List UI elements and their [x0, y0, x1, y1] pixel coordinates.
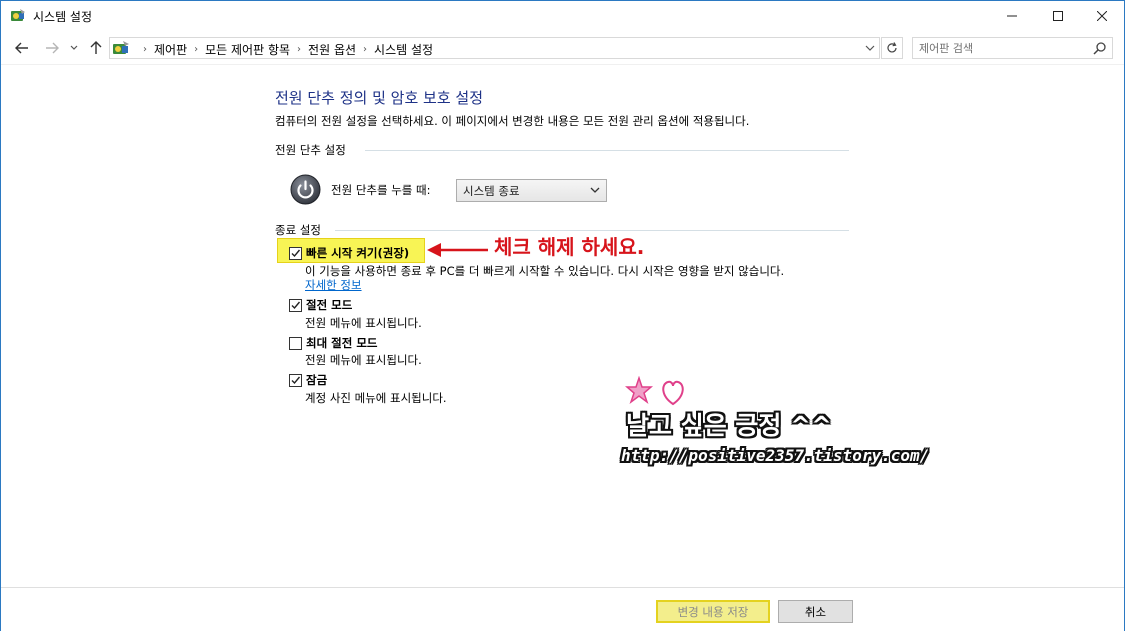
- chevron-down-icon: [70, 45, 78, 50]
- control-panel-icon: [113, 41, 129, 54]
- maximize-icon: [1053, 11, 1063, 21]
- breadcrumb-separator-icon[interactable]: ›: [297, 44, 301, 55]
- lock-option[interactable]: 잠금: [289, 372, 327, 388]
- footer-bar: 변경 내용 저장 취소: [1, 587, 1124, 631]
- shutdown-section-title: 종료 설정: [275, 223, 321, 237]
- minimize-icon: [1007, 15, 1017, 17]
- hibernate-checkbox[interactable]: [289, 336, 302, 350]
- hibernate-label[interactable]: 최대 절전 모드: [306, 335, 378, 351]
- fast-startup-checkbox[interactable]: [289, 246, 302, 260]
- refresh-icon: [887, 42, 897, 53]
- close-icon: [1097, 11, 1107, 21]
- breadcrumb-item-all-items[interactable]: 모든 제어판 항목: [205, 41, 290, 58]
- page-description: 컴퓨터의 전원 설정을 선택하세요. 이 페이지에서 변경한 내용은 모든 전원…: [275, 114, 750, 128]
- sleep-checkbox[interactable]: [289, 298, 302, 312]
- lock-checkbox[interactable]: [289, 373, 302, 387]
- main-content: 전원 단추 정의 및 암호 보호 설정 컴퓨터의 전원 설정을 선택하세요. 이…: [1, 66, 1124, 586]
- breadcrumb-item-power-options[interactable]: 전원 옵션: [308, 41, 356, 58]
- system-settings-window: 시스템 설정 › 제어판 › 모든 제어판 항목 › 전원 옵션 › 시스템 설…: [0, 0, 1125, 631]
- breadcrumb-item-control-panel[interactable]: 제어판: [154, 41, 187, 58]
- arrow-right-icon: [46, 42, 59, 54]
- watermark-name: 날고 싶은 긍정 ^^: [626, 411, 833, 440]
- search-input[interactable]: [919, 40, 1089, 56]
- up-button[interactable]: [87, 39, 105, 57]
- sleep-label[interactable]: 절전 모드: [306, 297, 352, 313]
- power-button-group-header: 전원 단추 설정: [275, 142, 346, 158]
- arrow-left-icon: [15, 42, 28, 54]
- checkmark-icon: [291, 249, 301, 257]
- page-title: 전원 단추 정의 및 암호 보호 설정: [275, 89, 484, 107]
- arrow-up-icon: [90, 41, 102, 54]
- power-button-section-title: 전원 단추 설정: [275, 143, 346, 157]
- cancel-button[interactable]: 취소: [778, 600, 853, 623]
- more-info-link[interactable]: 자세한 정보: [305, 277, 362, 293]
- save-changes-button[interactable]: 변경 내용 저장: [656, 600, 770, 623]
- power-button-label: 전원 단추를 누를 때:: [331, 183, 431, 197]
- navigation-bar: › 제어판 › 모든 제어판 항목 › 전원 옵션 › 시스템 설정: [1, 31, 1124, 65]
- fast-startup-label[interactable]: 빠른 시작 켜기(권장): [306, 245, 409, 261]
- power-icon: [290, 174, 321, 205]
- lock-label[interactable]: 잠금: [306, 372, 327, 388]
- star-heart-decoration-icon: [625, 376, 684, 406]
- shutdown-group-header: 종료 설정: [275, 222, 321, 238]
- fast-startup-description: 이 기능을 사용하면 종료 후 PC를 더 빠르게 시작할 수 있습니다. 다시…: [305, 264, 785, 278]
- chevron-down-icon: [865, 45, 875, 51]
- address-dropdown-button[interactable]: [862, 40, 878, 56]
- control-panel-icon: [11, 9, 25, 21]
- watermark-url: http://positive2357.tistory.com/: [621, 446, 930, 465]
- hibernate-description: 전원 메뉴에 표시됩니다.: [305, 353, 422, 367]
- minimize-button[interactable]: [989, 1, 1035, 31]
- checkmark-icon: [291, 376, 301, 384]
- breadcrumb-item-system-settings[interactable]: 시스템 설정: [374, 41, 433, 58]
- select-value: 시스템 종료: [463, 184, 520, 198]
- breadcrumb-separator-icon: ›: [143, 44, 147, 55]
- fast-startup-option[interactable]: 빠른 시작 켜기(권장): [289, 245, 409, 261]
- chevron-down-icon: [590, 187, 600, 193]
- lock-description: 계정 사진 메뉴에 표시됩니다.: [305, 391, 447, 405]
- breadcrumb: › 제어판 › 모든 제어판 항목 › 전원 옵션 › 시스템 설정: [136, 41, 433, 58]
- forward-button[interactable]: [43, 39, 61, 57]
- annotation-text: 체크 해제 하세요.: [494, 235, 645, 259]
- annotation-arrow-icon: [427, 243, 488, 257]
- search-icon[interactable]: [1093, 41, 1107, 55]
- address-bar[interactable]: › 제어판 › 모든 제어판 항목 › 전원 옵션 › 시스템 설정: [109, 37, 880, 59]
- title-bar: 시스템 설정: [1, 1, 1124, 31]
- section-divider: [365, 150, 849, 151]
- power-button-action-select[interactable]: 시스템 종료: [456, 179, 607, 202]
- recent-locations-button[interactable]: [67, 39, 81, 57]
- checkmark-icon: [291, 301, 301, 309]
- back-button[interactable]: [13, 39, 31, 57]
- window-title: 시스템 설정: [33, 10, 93, 24]
- close-button[interactable]: [1079, 1, 1125, 31]
- maximize-button[interactable]: [1035, 1, 1081, 31]
- breadcrumb-separator-icon[interactable]: ›: [363, 44, 367, 55]
- search-box[interactable]: [912, 37, 1113, 59]
- refresh-button[interactable]: [881, 37, 903, 59]
- sleep-option[interactable]: 절전 모드: [289, 297, 352, 313]
- breadcrumb-separator-icon[interactable]: ›: [194, 44, 198, 55]
- hibernate-option[interactable]: 최대 절전 모드: [289, 335, 378, 351]
- sleep-description: 전원 메뉴에 표시됩니다.: [305, 316, 422, 330]
